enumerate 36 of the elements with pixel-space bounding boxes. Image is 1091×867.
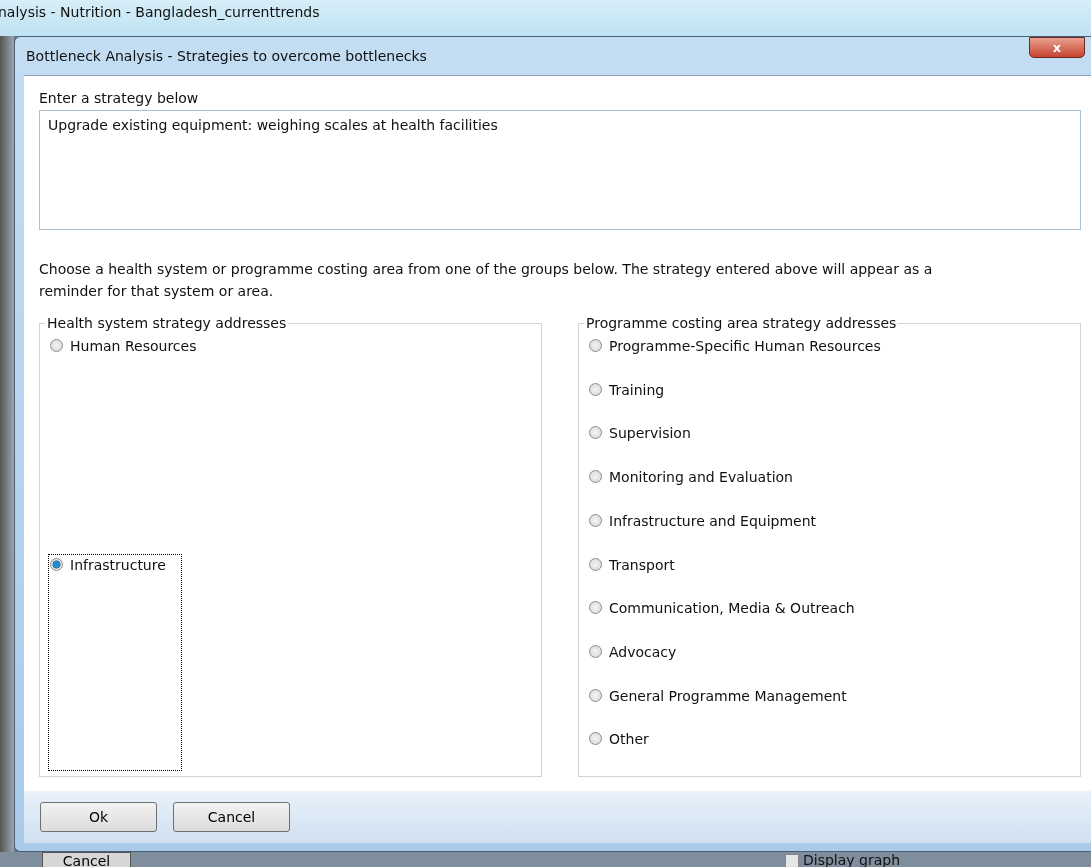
radio-option[interactable]: General Programme Management: [587, 684, 849, 729]
radio-option[interactable]: Infrastructure and Equipment: [587, 509, 819, 554]
dialog-title: Bottleneck Analysis - Strategies to overcome bottlenecks: [25, 48, 427, 64]
radio-option[interactable]: Programme-Specific Human Resources: [587, 335, 883, 379]
radio-button[interactable]: [589, 339, 602, 352]
group-title: Programme costing area strategy addresses: [585, 315, 898, 331]
radio-option[interactable]: Communication, Media & Outreach: [587, 597, 857, 641]
radio-option[interactable]: Human Resources: [48, 335, 199, 357]
radio-button[interactable]: [589, 557, 602, 571]
radio-button[interactable]: [589, 644, 602, 658]
radio-option[interactable]: Other: [587, 728, 651, 773]
strategy-label: Enter a strategy below: [39, 90, 200, 106]
instructions-text: Choose a health system or programme costing area from one of the groups below. The strategy entered above will appear as a reminder for that system or area.: [39, 260, 934, 301]
radio-option[interactable]: Transport: [587, 553, 677, 598]
window-title: nalysis - Nutrition - Bangladesh_currenttrends: [0, 4, 320, 20]
radio-option[interactable]: Training: [587, 378, 667, 423]
radio-button[interactable]: [589, 382, 602, 396]
radio-option[interactable]: Advocacy: [587, 640, 679, 685]
cancel-button[interactable]: Cancel: [173, 802, 290, 832]
radio-button[interactable]: [589, 426, 602, 440]
radio-button[interactable]: [50, 339, 63, 352]
radio-button[interactable]: [50, 558, 63, 571]
radio-option[interactable]: Infrastructure: [48, 554, 182, 771]
radio-option[interactable]: Monitoring and Evaluation: [587, 466, 795, 510]
strategy-field[interactable]: Upgrade existing equipment: weighing scales at health facilities: [39, 110, 1081, 230]
radio-button[interactable]: [589, 513, 602, 527]
radio-button[interactable]: [589, 732, 602, 746]
checkbox-label: Display graph: [803, 852, 901, 867]
group-title: Health system strategy addresses: [46, 315, 288, 331]
radio-button[interactable]: [589, 688, 602, 702]
radio-option[interactable]: Supervision: [587, 422, 693, 467]
cancel-button[interactable]: Cancel: [42, 852, 131, 867]
radio-button[interactable]: [589, 601, 602, 615]
ok-button[interactable]: Ok: [40, 802, 157, 832]
checkbox[interactable]: [785, 854, 799, 867]
radio-button[interactable]: [589, 470, 602, 484]
